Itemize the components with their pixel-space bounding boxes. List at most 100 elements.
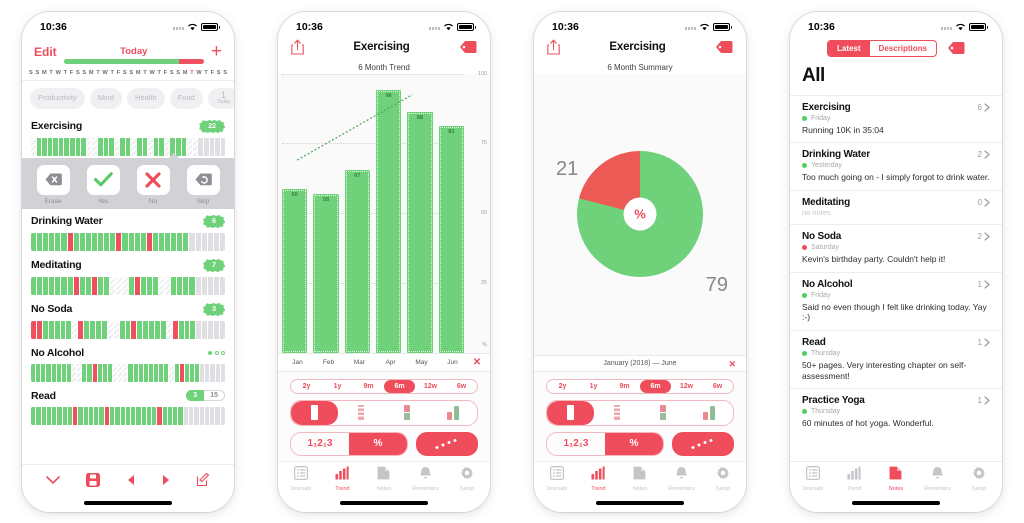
action-erase[interactable]: Erase — [36, 164, 70, 205]
habit-cell[interactable] — [195, 276, 201, 295]
habit-cell[interactable] — [128, 232, 134, 251]
tab-notes[interactable]: Notes — [363, 466, 405, 492]
habit-cell[interactable] — [42, 137, 47, 156]
habit-cell[interactable] — [205, 363, 210, 382]
check-icon[interactable] — [86, 164, 120, 195]
habit-cell[interactable] — [155, 320, 160, 339]
tab-bar-2[interactable]: Journals Trend Notes Reminders Setup — [278, 460, 490, 494]
habit-cell[interactable] — [154, 363, 159, 382]
tag-chip-food[interactable]: Food — [169, 87, 203, 109]
tab-setup[interactable]: Setup — [702, 466, 744, 492]
habit-cell[interactable] — [169, 363, 174, 382]
notes-segmented-control[interactable]: Latest Descriptions — [826, 39, 938, 57]
note-item[interactable]: Read 1 Thursday 50+ pages. Very interesting… — [790, 330, 1002, 388]
habit-cell[interactable] — [57, 406, 62, 425]
habit-row[interactable]: Meditating 7 — [22, 253, 234, 297]
habit-cell[interactable] — [104, 406, 109, 425]
note-count[interactable]: 2 — [978, 150, 990, 159]
style-option-split[interactable] — [384, 401, 431, 425]
habit-cell[interactable] — [160, 320, 166, 339]
habit-cell[interactable] — [41, 363, 46, 382]
cross-icon[interactable] — [136, 164, 170, 195]
habit-cell[interactable] — [220, 137, 225, 156]
bar[interactable]: 83 — [438, 125, 464, 353]
habit-cell[interactable] — [119, 320, 125, 339]
style-option-grouped[interactable] — [431, 401, 478, 425]
tab-trend[interactable]: Trend — [578, 466, 620, 492]
habit-track[interactable] — [31, 276, 225, 295]
habit-cell[interactable] — [36, 320, 42, 339]
habit-track[interactable] — [31, 363, 225, 382]
bar[interactable]: 60 — [282, 188, 308, 353]
habit-cell[interactable] — [210, 406, 215, 425]
habit-cell[interactable] — [43, 276, 49, 295]
habit-cell[interactable] — [201, 232, 207, 251]
period-option-6w[interactable]: 6w — [702, 380, 733, 393]
habit-cell[interactable] — [36, 406, 41, 425]
note-item[interactable]: Exercising 6 Friday Running 10K in 35:04 — [790, 94, 1002, 143]
today-progress[interactable]: Today — [63, 41, 204, 64]
tab-setup[interactable]: Setup — [958, 466, 1000, 492]
habit-cell[interactable] — [49, 276, 55, 295]
unit-selector[interactable]: 1₁2₁3% — [546, 431, 664, 456]
bar[interactable]: 88 — [407, 112, 433, 353]
habit-cell[interactable] — [70, 137, 75, 156]
style-option-striped[interactable] — [594, 401, 641, 425]
bar[interactable]: 67 — [344, 169, 370, 353]
habit-cell[interactable] — [118, 363, 123, 382]
habit-cell[interactable] — [207, 276, 213, 295]
compose-icon[interactable] — [196, 472, 210, 487]
habit-cell[interactable] — [92, 137, 97, 156]
action-no[interactable]: No — [136, 164, 170, 205]
habit-cell[interactable] — [120, 406, 125, 425]
habit-cell[interactable] — [131, 406, 136, 425]
habit-cell[interactable] — [88, 406, 94, 425]
habit-cell[interactable] — [104, 276, 110, 295]
habit-cell[interactable] — [67, 276, 73, 295]
habit-cell[interactable] — [103, 137, 109, 156]
habit-cell[interactable] — [94, 406, 99, 425]
habit-cell[interactable] — [55, 276, 61, 295]
habit-cell[interactable] — [128, 276, 134, 295]
tab-bar-4[interactable]: Journals Trend Notes Reminders Setup — [790, 460, 1002, 494]
habit-cell[interactable] — [133, 363, 138, 382]
note-item[interactable]: Meditating 0 no notes — [790, 189, 1002, 224]
habit-row[interactable]: Exercising 22 — [22, 114, 234, 158]
style-option-striped[interactable] — [338, 401, 385, 425]
tab-reminders[interactable]: Reminders — [917, 466, 959, 492]
habit-track[interactable] — [31, 232, 225, 251]
habit-cell[interactable] — [54, 320, 60, 339]
habit-cell[interactable] — [84, 320, 90, 339]
habit-cell[interactable] — [148, 137, 153, 156]
habit-cell[interactable] — [125, 406, 131, 425]
habit-cell[interactable] — [109, 137, 114, 156]
note-count[interactable]: 1 — [978, 396, 990, 405]
tab-notes[interactable]: Notes — [619, 466, 661, 492]
habit-cell[interactable] — [83, 406, 88, 425]
habit-cell[interactable] — [159, 363, 164, 382]
habit-cell[interactable] — [99, 406, 104, 425]
habit-cell[interactable] — [122, 232, 128, 251]
period-option-12w[interactable]: 12w — [671, 380, 702, 393]
segment-latest[interactable]: Latest — [827, 40, 870, 56]
note-item[interactable]: No Soda 2 Saturday Kevin's birthday party. … — [790, 224, 1002, 272]
habit-cell[interactable] — [131, 137, 136, 156]
habit-cell[interactable] — [52, 406, 57, 425]
habit-cell[interactable] — [48, 320, 54, 339]
tab-reminders[interactable]: Reminders — [661, 466, 703, 492]
habit-cell[interactable] — [172, 320, 178, 339]
habit-cell[interactable] — [146, 232, 152, 251]
period-option-6w[interactable]: 6w — [446, 380, 477, 393]
habit-cell[interactable] — [73, 232, 79, 251]
edit-button[interactable]: Edit — [34, 45, 57, 59]
habit-cell[interactable] — [131, 320, 137, 339]
habit-cell[interactable] — [122, 276, 128, 295]
style-option-single[interactable] — [547, 400, 594, 425]
habit-cell[interactable] — [73, 406, 78, 425]
tab-journals[interactable]: Journals — [280, 465, 322, 492]
bar[interactable]: 96 — [375, 90, 402, 353]
habit-cell[interactable] — [87, 363, 92, 382]
habit-cell[interactable] — [47, 137, 53, 156]
habit-cell[interactable] — [36, 137, 42, 156]
period-option-6m[interactable]: 6m — [384, 379, 415, 393]
